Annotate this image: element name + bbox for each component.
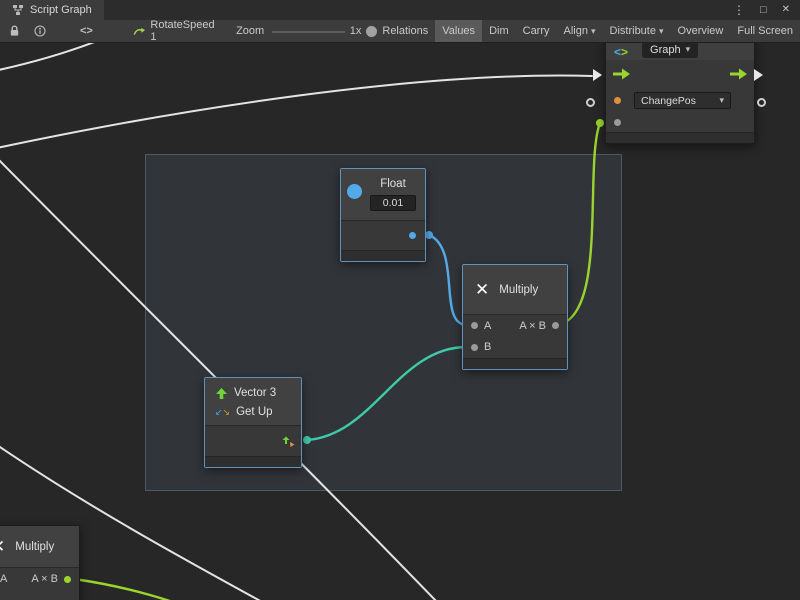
align-dropdown-button[interactable]: Align▾	[557, 20, 603, 42]
zoom-label: Zoom	[236, 25, 264, 37]
node-title: Multiply	[15, 541, 54, 553]
changepos-dropdown[interactable]: ChangePos ▾	[634, 92, 731, 109]
port-label-output: A × B	[31, 573, 58, 585]
flow-output-arrow-icon[interactable]	[729, 68, 748, 80]
lock-icon[interactable]	[5, 20, 24, 42]
unconnected-port-circle[interactable]	[757, 98, 766, 107]
chevron-down-icon: ▾	[719, 95, 724, 106]
chevron-down-icon: ▾	[591, 26, 596, 37]
zoom-slider-track	[272, 31, 345, 33]
port-label-a: A	[484, 320, 491, 332]
values-button[interactable]: Values	[435, 20, 482, 42]
zoom-slider[interactable]	[272, 20, 345, 43]
port-label-b: B	[484, 341, 491, 353]
graph-toolbar: <> RotateSpeed 1 Zoom 1x Relations Value…	[0, 20, 800, 43]
distribute-dropdown-button[interactable]: Distribute▾	[603, 20, 671, 42]
target-port-dot[interactable]	[614, 97, 621, 104]
node-footer	[341, 250, 425, 261]
info-icon[interactable]	[30, 20, 50, 42]
dim-button[interactable]: Dim	[482, 20, 516, 42]
input-a-port-dot[interactable]	[471, 322, 478, 329]
node-footer	[205, 456, 301, 467]
up-arrow-icon	[215, 387, 228, 400]
wire-white-topleft[interactable]	[0, 43, 112, 71]
node-title: Float	[380, 175, 406, 193]
window-menu-icon[interactable]: ⋮	[733, 4, 745, 16]
vector3-getup-node[interactable]: Vector 3 ↙↘ Get Up	[204, 377, 302, 468]
code-icon: <>	[614, 46, 628, 58]
float-type-icon	[347, 184, 362, 199]
chevron-down-icon: ▾	[659, 26, 664, 37]
value-input-port-dot[interactable]	[614, 119, 621, 126]
node-footer	[606, 132, 754, 143]
flow-in-port-triangle[interactable]	[593, 69, 602, 81]
graph-unit-node[interactable]: <> Graph ▾ ChangePos ▾	[605, 43, 755, 144]
wire-white-to-graph-input[interactable]	[0, 76, 592, 149]
wire-end-dot	[596, 119, 604, 127]
graph-canvas[interactable]: <> Graph ▾ ChangePos ▾	[0, 43, 800, 600]
script-graph-window: Script Graph ⋮ □ ✕ <> RotateSpeed 1 Zoom…	[0, 0, 800, 600]
port-label-a: A	[0, 573, 7, 585]
zoom-value: 1x	[350, 25, 362, 37]
code-preview-icon[interactable]: <>	[76, 20, 97, 42]
tab-title: Script Graph	[30, 4, 92, 16]
output-port-dot[interactable]	[64, 576, 71, 583]
float-value-field[interactable]: 0.01	[370, 195, 416, 211]
zoom-slider-handle[interactable]	[366, 26, 377, 37]
carry-button[interactable]: Carry	[516, 20, 557, 42]
flow-input-arrow-icon[interactable]	[612, 68, 631, 80]
tab-script-graph[interactable]: Script Graph	[0, 0, 104, 20]
close-icon[interactable]: ✕	[782, 5, 790, 15]
wire-multiply2-output[interactable]	[74, 579, 214, 600]
multiply-icon: ✕	[475, 281, 489, 298]
window-tab-bar: Script Graph ⋮ □ ✕	[0, 0, 800, 20]
output-port-dot[interactable]	[552, 322, 559, 329]
multiply-icon: ✕	[0, 538, 5, 555]
chevron-down-icon: ▾	[686, 44, 691, 55]
multiply-node[interactable]: ✕ Multiply A A × B B	[462, 264, 568, 370]
node-title: Multiply	[499, 284, 538, 296]
node-subtitle: Get Up	[236, 406, 272, 418]
port-label-output: A × B	[519, 320, 546, 332]
unconnected-port-circle[interactable]	[586, 98, 595, 107]
fullscreen-button[interactable]: Full Screen	[730, 20, 800, 42]
graph-header-dropdown[interactable]: Graph ▾	[642, 43, 698, 58]
graph-asset-icon	[133, 25, 146, 37]
transform-get-icon: ↙↘	[215, 408, 230, 417]
vector-output-port-icon[interactable]	[282, 435, 295, 448]
float-output-port-dot[interactable]	[409, 232, 416, 239]
flow-out-port-triangle[interactable]	[754, 69, 763, 81]
input-b-port-dot[interactable]	[471, 344, 478, 351]
relations-button[interactable]: Relations	[375, 20, 435, 42]
script-graph-icon	[12, 4, 24, 16]
float-node[interactable]: Float 0.01	[340, 168, 426, 262]
node-title: Vector 3	[234, 387, 276, 399]
maximize-icon[interactable]: □	[760, 5, 767, 16]
graph-name-label: RotateSpeed 1	[150, 19, 216, 43]
node-footer	[463, 358, 567, 369]
multiply-node-2[interactable]: ✕ Multiply A A × B	[0, 525, 80, 600]
graph-breadcrumb[interactable]: RotateSpeed 1	[133, 19, 216, 43]
overview-button[interactable]: Overview	[671, 20, 731, 42]
